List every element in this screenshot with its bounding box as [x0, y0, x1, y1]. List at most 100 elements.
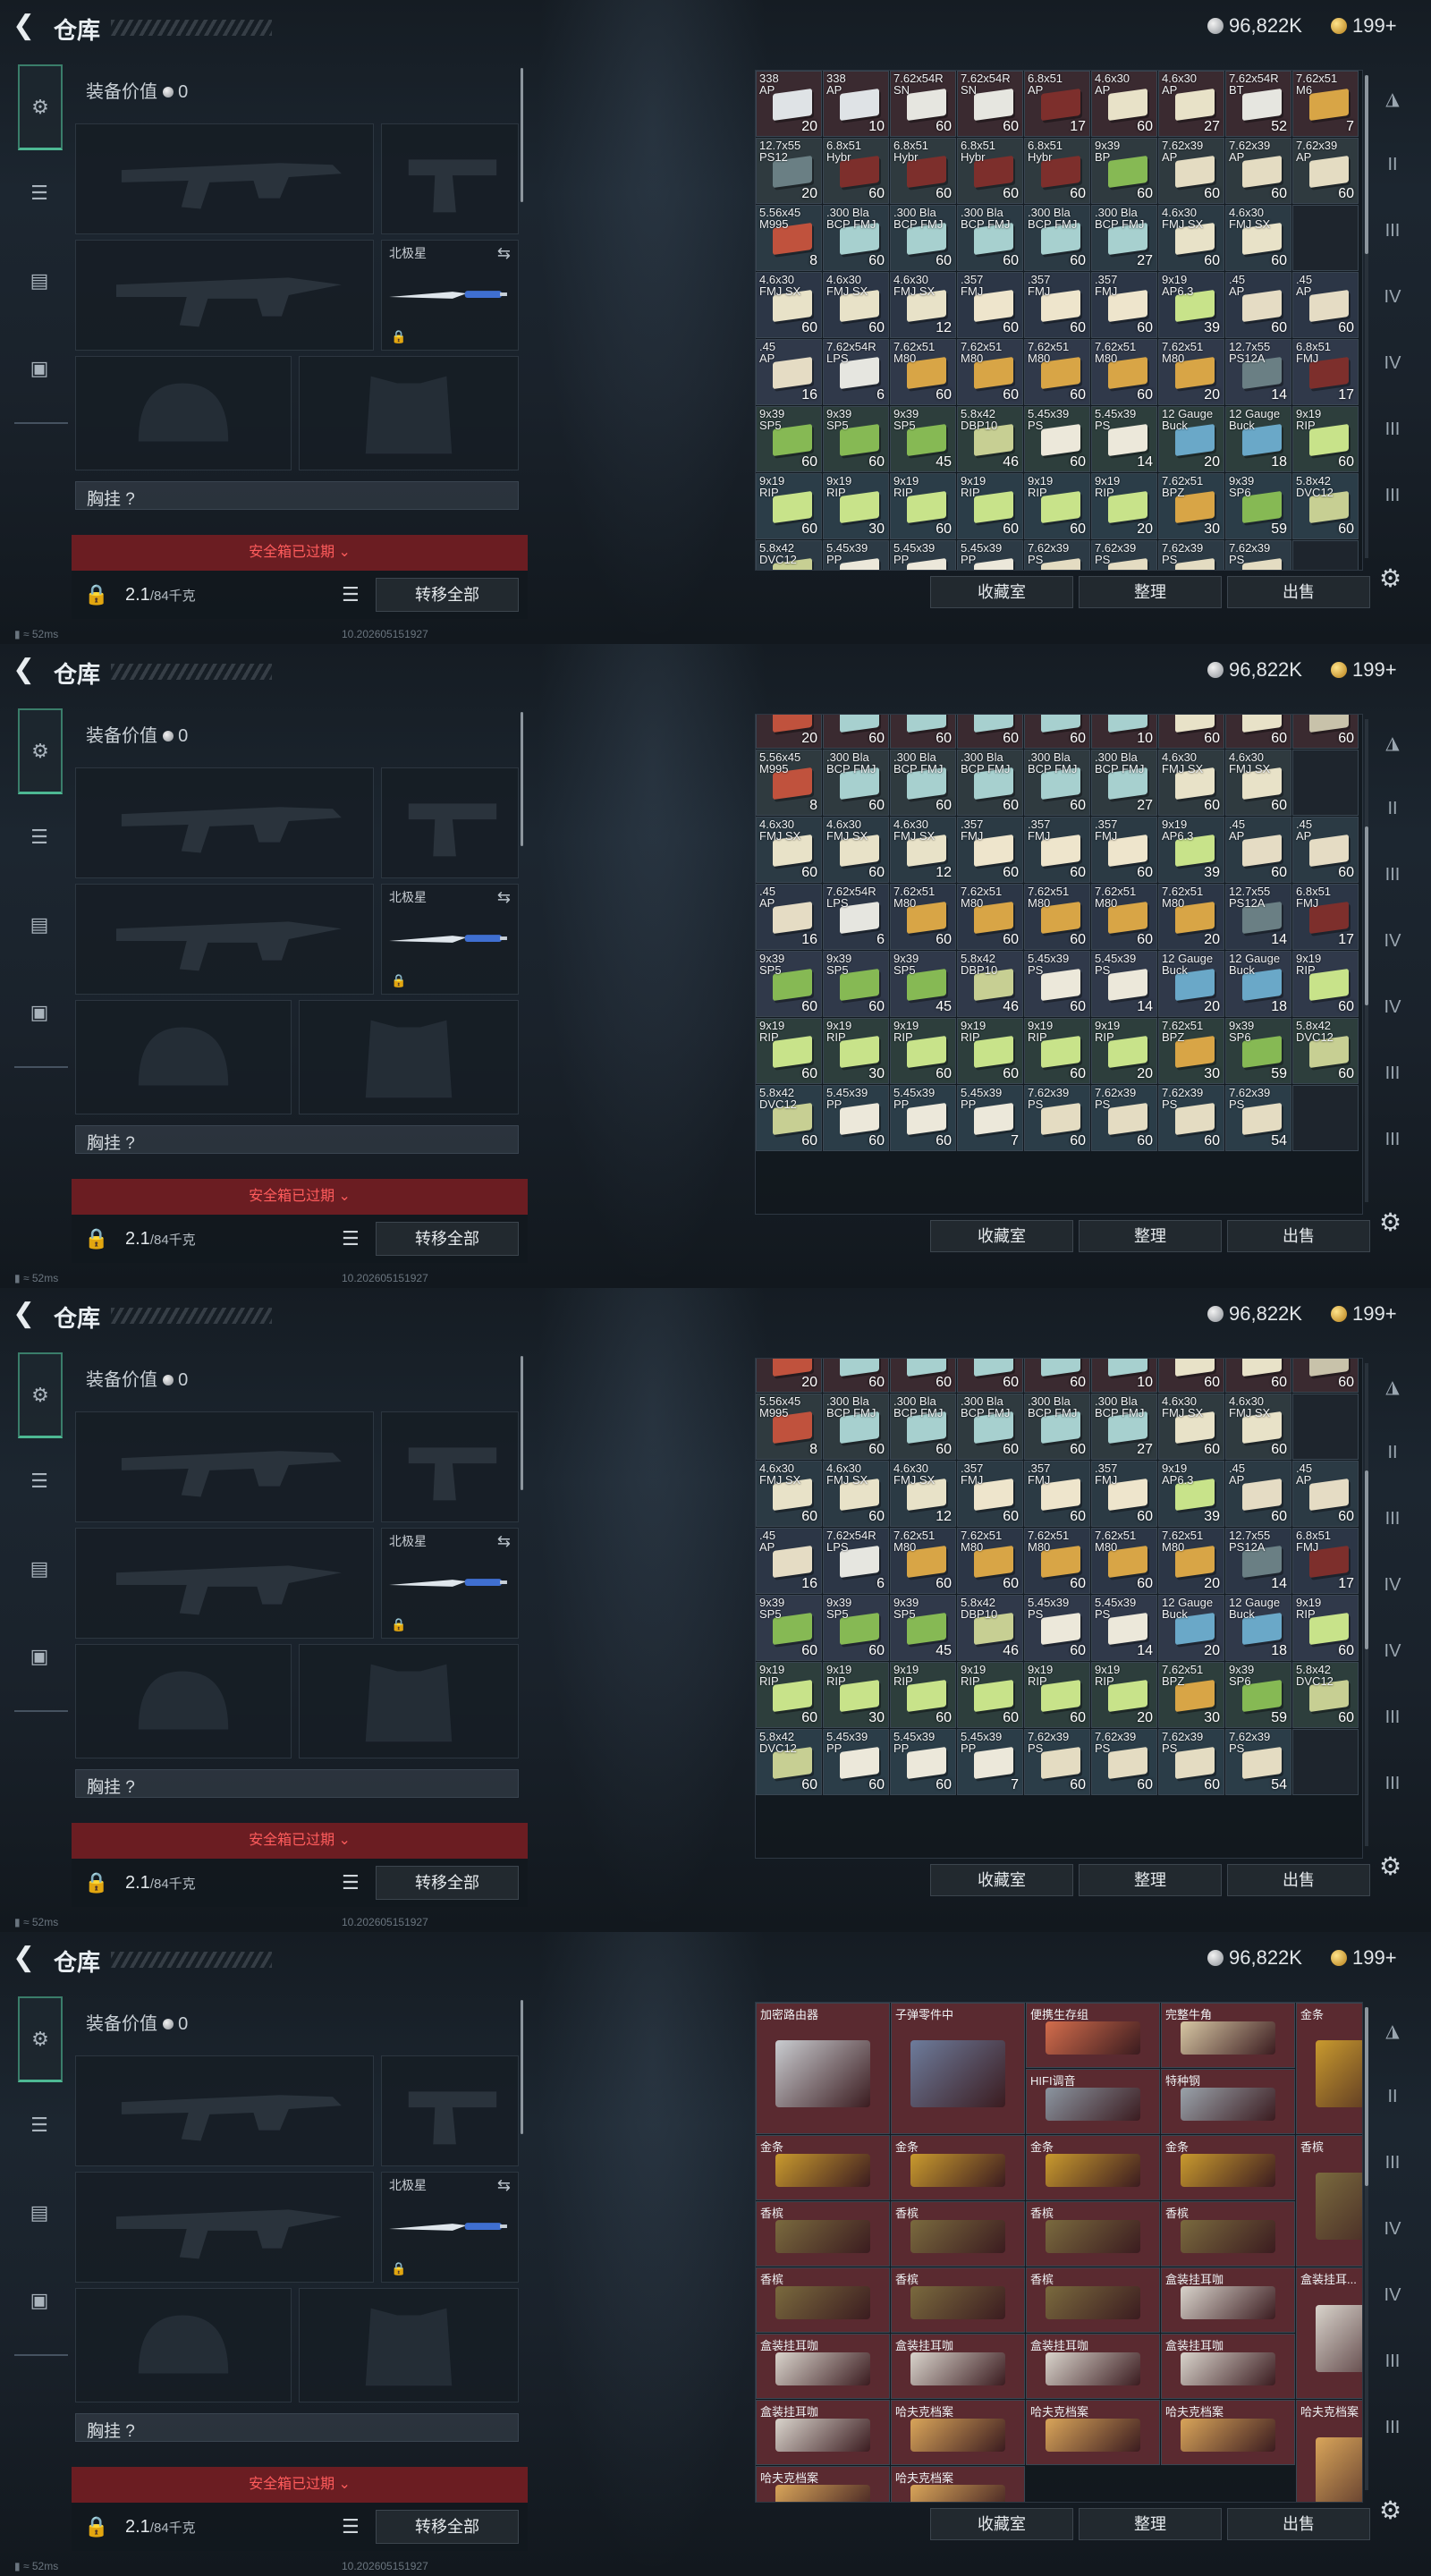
page-7-tab-icon[interactable]: III — [1372, 1120, 1413, 1159]
ammo-item[interactable]: 338 AP 10 — [823, 71, 889, 137]
valuable-item[interactable]: 香槟 — [1026, 2267, 1160, 2333]
ammo-item[interactable]: 5.8x42 DVC12 60 — [756, 1085, 822, 1151]
valuable-item[interactable]: 香槟 — [1026, 2201, 1160, 2267]
ammo-item[interactable]: 4.6x30 FMJ SX 60 — [1158, 750, 1224, 816]
stash-tab-icon[interactable]: ◮ — [1372, 1367, 1413, 1406]
ammo-item[interactable]: 4.6x30 FMJ SX 60 — [756, 272, 822, 338]
ammo-item[interactable]: 20 — [756, 1359, 822, 1393]
ammo-item[interactable]: .45 AP 60 — [1225, 1461, 1291, 1527]
gold-currency[interactable]: 199+ — [1331, 1302, 1397, 1326]
ammo-item[interactable]: 9x19 RIP 60 — [890, 1018, 956, 1084]
ammo-item[interactable]: .300 Bla BCP FMJ 60 — [823, 1394, 889, 1460]
ammo-item[interactable]: 12.7x55 PS12A 14 — [1225, 884, 1291, 950]
weapon-tab-icon[interactable]: ⚙ — [18, 1996, 63, 2082]
valuable-item[interactable]: 金条 — [1296, 2003, 1362, 2134]
ammo-item[interactable]: 9x19 RIP 60 — [1024, 473, 1090, 539]
page-4-tab-icon[interactable]: IV — [1372, 2209, 1413, 2249]
valuable-item[interactable]: 特种钢 — [1161, 2069, 1295, 2134]
scroll-thumb[interactable] — [1365, 75, 1368, 254]
ammo-item[interactable]: 7.62x39 PS — [1158, 540, 1224, 570]
ammo-item[interactable]: .357 FMJ 60 — [1024, 817, 1090, 883]
empty-slot[interactable] — [1292, 1394, 1359, 1460]
ammo-item[interactable]: 60 — [1225, 715, 1291, 749]
ammo-item[interactable]: 12.7x55 PS12A 14 — [1225, 339, 1291, 405]
valuable-item[interactable]: 哈夫克档案 — [1161, 2400, 1295, 2465]
gear-icon[interactable]: ⚙ — [1379, 564, 1401, 593]
ammo-item[interactable]: 7.62x51 M80 60 — [890, 339, 956, 405]
ammo-item[interactable]: 9x19 RIP 60 — [1292, 951, 1359, 1017]
ammo-item[interactable]: 12 Gauge Buck 18 — [1225, 1595, 1291, 1661]
armor-tab-icon[interactable]: ☰ — [20, 1463, 59, 1499]
valuable-item[interactable]: 哈夫克档案 — [891, 2400, 1025, 2465]
ammo-item[interactable]: 5.45x39 PP 60 — [823, 1729, 889, 1795]
ammo-item[interactable]: 5.45x39 PS 60 — [1024, 951, 1090, 1017]
ammo-item[interactable]: .300 Bla BCP FMJ 27 — [1091, 750, 1157, 816]
ammo-item[interactable]: 6.8x51 FMJ 17 — [1292, 884, 1359, 950]
valuable-item[interactable]: 便携生存组 — [1026, 2003, 1160, 2068]
empty-slot[interactable] — [1292, 1729, 1359, 1795]
weapon-tab-icon[interactable]: ⚙ — [18, 64, 63, 150]
primary-weapon-slot[interactable] — [75, 2055, 374, 2166]
ammo-item[interactable]: 5.8x42 DVC12 60 — [1292, 1662, 1359, 1728]
ammo-item[interactable]: 7.62x51 M80 20 — [1158, 339, 1224, 405]
secondary-weapon-slot[interactable] — [75, 240, 374, 351]
ammo-item[interactable]: .357 FMJ 60 — [1024, 272, 1090, 338]
valuable-item[interactable]: 香槟 — [756, 2267, 890, 2333]
ammo-item[interactable]: 7.62x51 M80 60 — [1024, 884, 1090, 950]
ammo-item[interactable]: 4.6x30 FMJ SX 60 — [823, 1461, 889, 1527]
ammo-item[interactable]: 4.6x30 FMJ SX 60 — [1158, 1394, 1224, 1460]
ammo-item[interactable]: 4.6x30 FMJ SX 60 — [823, 817, 889, 883]
collection-room-button[interactable]: 收藏室 — [930, 1220, 1073, 1252]
page-4-tab-icon[interactable]: IV — [1372, 1565, 1413, 1605]
empty-slot[interactable] — [1292, 540, 1359, 570]
ammo-item[interactable]: 9x39 SP6 59 — [1225, 1018, 1291, 1084]
ammo-item[interactable]: 5.8x42 DVC12 60 — [1292, 473, 1359, 539]
ammo-item[interactable]: 4.6x30 FMJ SX 60 — [756, 1461, 822, 1527]
sort-button[interactable]: 整理 — [1079, 2508, 1222, 2540]
ammo-item[interactable]: 9x39 SP5 60 — [823, 1595, 889, 1661]
ammo-item[interactable]: .300 Bla BCP FMJ 27 — [1091, 1394, 1157, 1460]
ammo-item[interactable]: 9x39 BP 60 — [1091, 138, 1157, 204]
ammo-item[interactable]: 5.56x45 M995 8 — [756, 1394, 822, 1460]
ammo-item[interactable]: 5.45x39 PP 7 — [957, 1729, 1023, 1795]
ammo-item[interactable]: .45 AP 60 — [1225, 817, 1291, 883]
ammo-item[interactable]: 5.8x42 DVC12 — [756, 540, 822, 570]
lock-icon[interactable]: 🔒 — [84, 583, 108, 606]
ammo-item[interactable]: 4.6x30 FMJ SX 60 — [756, 817, 822, 883]
ammo-item[interactable]: 7.62x51 M80 60 — [1024, 339, 1090, 405]
gold-currency[interactable]: 199+ — [1331, 14, 1397, 38]
ammo-item[interactable]: 5.45x39 PP 60 — [890, 1085, 956, 1151]
loadout-scrollbar[interactable] — [521, 2000, 523, 2134]
page-5-tab-icon[interactable]: IV — [1372, 1631, 1413, 1671]
storage-grid[interactable]: 加密路由器 子弹零件中 便携生存组 完整牛角 金条 HIFI调音 特种钢 金条 金条 金条 金条 香槟… — [755, 2002, 1363, 2503]
valuable-item[interactable]: 子弹零件中 — [891, 2003, 1025, 2134]
ammo-item[interactable]: 9x19 RIP 60 — [890, 1662, 956, 1728]
ammo-item[interactable]: 4.6x30 FMJ SX 12 — [890, 272, 956, 338]
empty-slot[interactable] — [1292, 750, 1359, 816]
ammo-item[interactable]: 9x39 SP5 45 — [890, 1595, 956, 1661]
loadout-scrollbar[interactable] — [521, 68, 523, 202]
ammo-item[interactable]: 9x19 RIP 60 — [1292, 1595, 1359, 1661]
page-4-tab-icon[interactable]: IV — [1372, 921, 1413, 961]
ammo-item[interactable]: 5.45x39 PS 14 — [1091, 1595, 1157, 1661]
ammo-item[interactable]: .300 Bla BCP FMJ 60 — [890, 205, 956, 271]
gear-icon[interactable]: ⚙ — [1379, 1852, 1401, 1881]
ammo-item[interactable]: 4.6x30 FMJ SX 60 — [1158, 205, 1224, 271]
ammo-item[interactable]: 9x39 SP5 60 — [756, 1595, 822, 1661]
valuable-item[interactable]: 哈夫克档案 — [891, 2466, 1025, 2502]
ammo-item[interactable]: 4.6x30 AP 27 — [1158, 71, 1224, 137]
page-7-tab-icon[interactable]: III — [1372, 1764, 1413, 1803]
collection-room-button[interactable]: 收藏室 — [930, 576, 1073, 608]
armor-slot[interactable] — [299, 1644, 519, 1758]
backpack-tab-icon[interactable]: ▣ — [20, 351, 59, 386]
ammo-item[interactable]: .300 Bla BCP FMJ 60 — [823, 205, 889, 271]
gold-currency[interactable]: 199+ — [1331, 658, 1397, 682]
vest-tab-icon[interactable]: ▤ — [20, 1551, 59, 1587]
gold-currency[interactable]: 199+ — [1331, 1946, 1397, 1970]
ammo-item[interactable]: 5.45x39 PP — [823, 540, 889, 570]
ammo-item[interactable]: 9x19 RIP 20 — [1091, 473, 1157, 539]
scroll-thumb[interactable] — [1365, 2007, 1368, 2186]
ammo-item[interactable]: 5.8x42 DVC12 60 — [756, 1729, 822, 1795]
lock-icon[interactable]: 🔒 — [84, 2515, 108, 2538]
helmet-slot[interactable] — [75, 2288, 292, 2402]
